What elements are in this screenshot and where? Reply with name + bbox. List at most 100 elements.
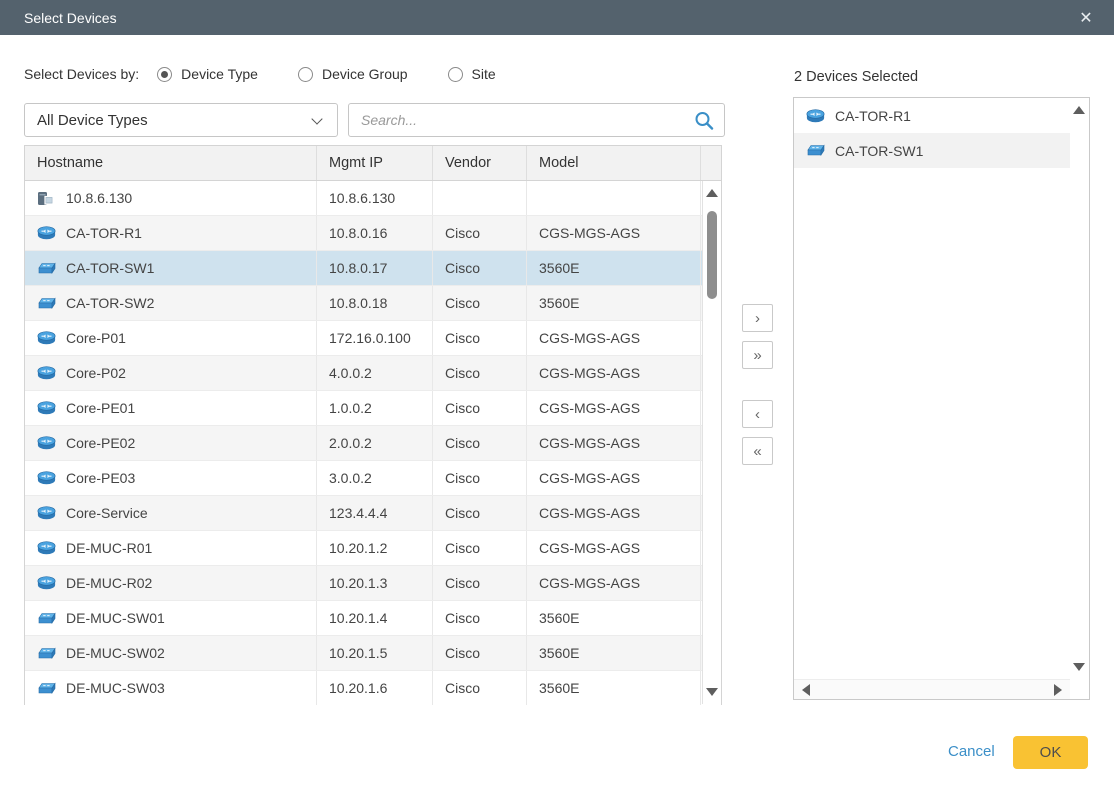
scroll-up-icon[interactable] <box>1073 106 1085 114</box>
radio-site[interactable]: Site <box>448 66 496 82</box>
select-by-label: Select Devices by: <box>24 66 139 82</box>
hostname-label: CA-TOR-R1 <box>66 225 142 241</box>
table-row[interactable]: Core-PE033.0.0.2CiscoCGS-MGS-AGS <box>25 461 721 496</box>
table-row[interactable]: DE-MUC-SW0310.20.1.6Cisco3560E <box>25 671 721 705</box>
mgmt-ip-cell: 1.0.0.2 <box>317 391 433 425</box>
table-vertical-scrollbar[interactable] <box>702 181 721 704</box>
model-cell: CGS-MGS-AGS <box>527 461 701 495</box>
hostname-cell: Core-Service <box>25 496 317 530</box>
column-header-mgmt-ip[interactable]: Mgmt IP <box>317 146 433 180</box>
select-by-group: Select Devices by: Device Type Device Gr… <box>24 64 536 84</box>
search-icon[interactable] <box>693 110 715 132</box>
selected-device-item[interactable]: CA-TOR-SW1 <box>794 133 1070 168</box>
selected-count-label: 2 Devices Selected <box>794 69 918 85</box>
scroll-left-icon[interactable] <box>802 684 810 696</box>
column-header-vendor[interactable]: Vendor <box>433 146 527 180</box>
table-row[interactable]: CA-TOR-SW210.8.0.18Cisco3560E <box>25 286 721 321</box>
hostname-label: Core-P01 <box>66 330 126 346</box>
scroll-down-icon[interactable] <box>1073 663 1085 671</box>
device-table: Hostname Mgmt IP Vendor Model 10.8.6.130… <box>24 145 722 705</box>
selected-device-name: CA-TOR-R1 <box>835 108 911 124</box>
hostname-cell: CA-TOR-R1 <box>25 216 317 250</box>
switch-icon <box>37 682 57 695</box>
switch-icon <box>37 297 57 310</box>
table-row[interactable]: DE-MUC-R0110.20.1.2CiscoCGS-MGS-AGS <box>25 531 721 566</box>
mgmt-ip-cell: 123.4.4.4 <box>317 496 433 530</box>
vendor-cell: Cisco <box>433 286 527 320</box>
model-cell: CGS-MGS-AGS <box>527 216 701 250</box>
ok-button[interactable]: OK <box>1013 736 1088 769</box>
cancel-button[interactable]: Cancel <box>948 743 995 760</box>
device-table-body: 10.8.6.13010.8.6.130CA-TOR-R110.8.0.16Ci… <box>25 181 721 705</box>
table-row[interactable]: Core-Service123.4.4.4CiscoCGS-MGS-AGS <box>25 496 721 531</box>
table-row[interactable]: 10.8.6.13010.8.6.130 <box>25 181 721 216</box>
hostname-label: Core-Service <box>66 505 148 521</box>
table-row[interactable]: Core-P01172.16.0.100CiscoCGS-MGS-AGS <box>25 321 721 356</box>
column-header-spacer <box>701 146 721 180</box>
selected-devices-items: CA-TOR-R1 CA-TOR-SW1 <box>794 98 1070 679</box>
chevron-down-icon <box>311 113 322 124</box>
vendor-cell: Cisco <box>433 601 527 635</box>
mgmt-ip-cell: 10.8.0.17 <box>317 251 433 285</box>
add-all-button[interactable]: » <box>742 341 773 369</box>
vendor-cell: Cisco <box>433 426 527 460</box>
mgmt-ip-cell: 10.8.6.130 <box>317 181 433 215</box>
hostname-cell: Core-PE01 <box>25 391 317 425</box>
table-row[interactable]: DE-MUC-SW0210.20.1.5Cisco3560E <box>25 636 721 671</box>
remove-all-button[interactable]: « <box>742 437 773 465</box>
search-input[interactable] <box>349 104 682 136</box>
model-cell: CGS-MGS-AGS <box>527 391 701 425</box>
scroll-up-icon[interactable] <box>706 189 718 197</box>
radio-device-group-label: Device Group <box>322 66 408 82</box>
table-row[interactable]: DE-MUC-R0210.20.1.3CiscoCGS-MGS-AGS <box>25 566 721 601</box>
close-icon[interactable]: ✕ <box>1072 0 1100 35</box>
model-cell: CGS-MGS-AGS <box>527 531 701 565</box>
mgmt-ip-cell: 10.8.0.16 <box>317 216 433 250</box>
column-header-model[interactable]: Model <box>527 146 701 180</box>
model-cell: CGS-MGS-AGS <box>527 566 701 600</box>
switch-icon <box>37 647 57 660</box>
scroll-down-icon[interactable] <box>706 688 718 696</box>
add-selected-button[interactable]: › <box>742 304 773 332</box>
hostname-cell: DE-MUC-R01 <box>25 531 317 565</box>
radio-unselected-icon <box>448 67 463 82</box>
selected-device-name: CA-TOR-SW1 <box>835 143 923 159</box>
radio-device-group[interactable]: Device Group <box>298 66 408 82</box>
model-cell: CGS-MGS-AGS <box>527 356 701 390</box>
table-row[interactable]: CA-TOR-SW1 10.8.0.17Cisco3560E <box>25 251 721 286</box>
hostname-label: DE-MUC-R02 <box>66 575 152 591</box>
table-row[interactable]: Core-PE011.0.0.2CiscoCGS-MGS-AGS <box>25 391 721 426</box>
vendor-cell: Cisco <box>433 216 527 250</box>
mgmt-ip-cell: 2.0.0.2 <box>317 426 433 460</box>
table-row[interactable]: Core-P024.0.0.2CiscoCGS-MGS-AGS <box>25 356 721 391</box>
column-header-hostname[interactable]: Hostname <box>25 146 317 180</box>
scrollbar-thumb[interactable] <box>707 211 717 299</box>
vendor-cell <box>433 181 527 215</box>
router-icon <box>37 506 57 520</box>
table-row[interactable]: Core-PE022.0.0.2CiscoCGS-MGS-AGS <box>25 426 721 461</box>
scroll-right-icon[interactable] <box>1054 684 1062 696</box>
hostname-label: DE-MUC-SW01 <box>66 610 165 626</box>
hostname-label: CA-TOR-SW1 <box>66 260 154 276</box>
table-row[interactable]: CA-TOR-R1 10.8.0.16CiscoCGS-MGS-AGS <box>25 216 721 251</box>
hostname-label: DE-MUC-SW02 <box>66 645 165 661</box>
vendor-cell: Cisco <box>433 251 527 285</box>
hostname-cell: DE-MUC-R02 <box>25 566 317 600</box>
router-icon <box>37 471 57 485</box>
selected-list-horizontal-scrollbar[interactable] <box>794 679 1070 699</box>
selected-devices-list: CA-TOR-R1 CA-TOR-SW1 <box>793 97 1090 700</box>
table-row[interactable]: DE-MUC-SW0110.20.1.4Cisco3560E <box>25 601 721 636</box>
model-cell: 3560E <box>527 286 701 320</box>
device-type-dropdown[interactable]: All Device Types <box>24 103 338 137</box>
remove-selected-button[interactable]: ‹ <box>742 400 773 428</box>
router-icon <box>37 226 57 240</box>
radio-unselected-icon <box>298 67 313 82</box>
vendor-cell: Cisco <box>433 321 527 355</box>
model-cell: CGS-MGS-AGS <box>527 426 701 460</box>
mgmt-ip-cell: 3.0.0.2 <box>317 461 433 495</box>
dialog-titlebar: Select Devices ✕ <box>0 0 1114 35</box>
selected-device-item[interactable]: CA-TOR-R1 <box>794 98 1070 133</box>
radio-device-type[interactable]: Device Type <box>157 66 258 82</box>
selected-list-vertical-scrollbar[interactable] <box>1070 98 1089 679</box>
model-cell: 3560E <box>527 251 701 285</box>
